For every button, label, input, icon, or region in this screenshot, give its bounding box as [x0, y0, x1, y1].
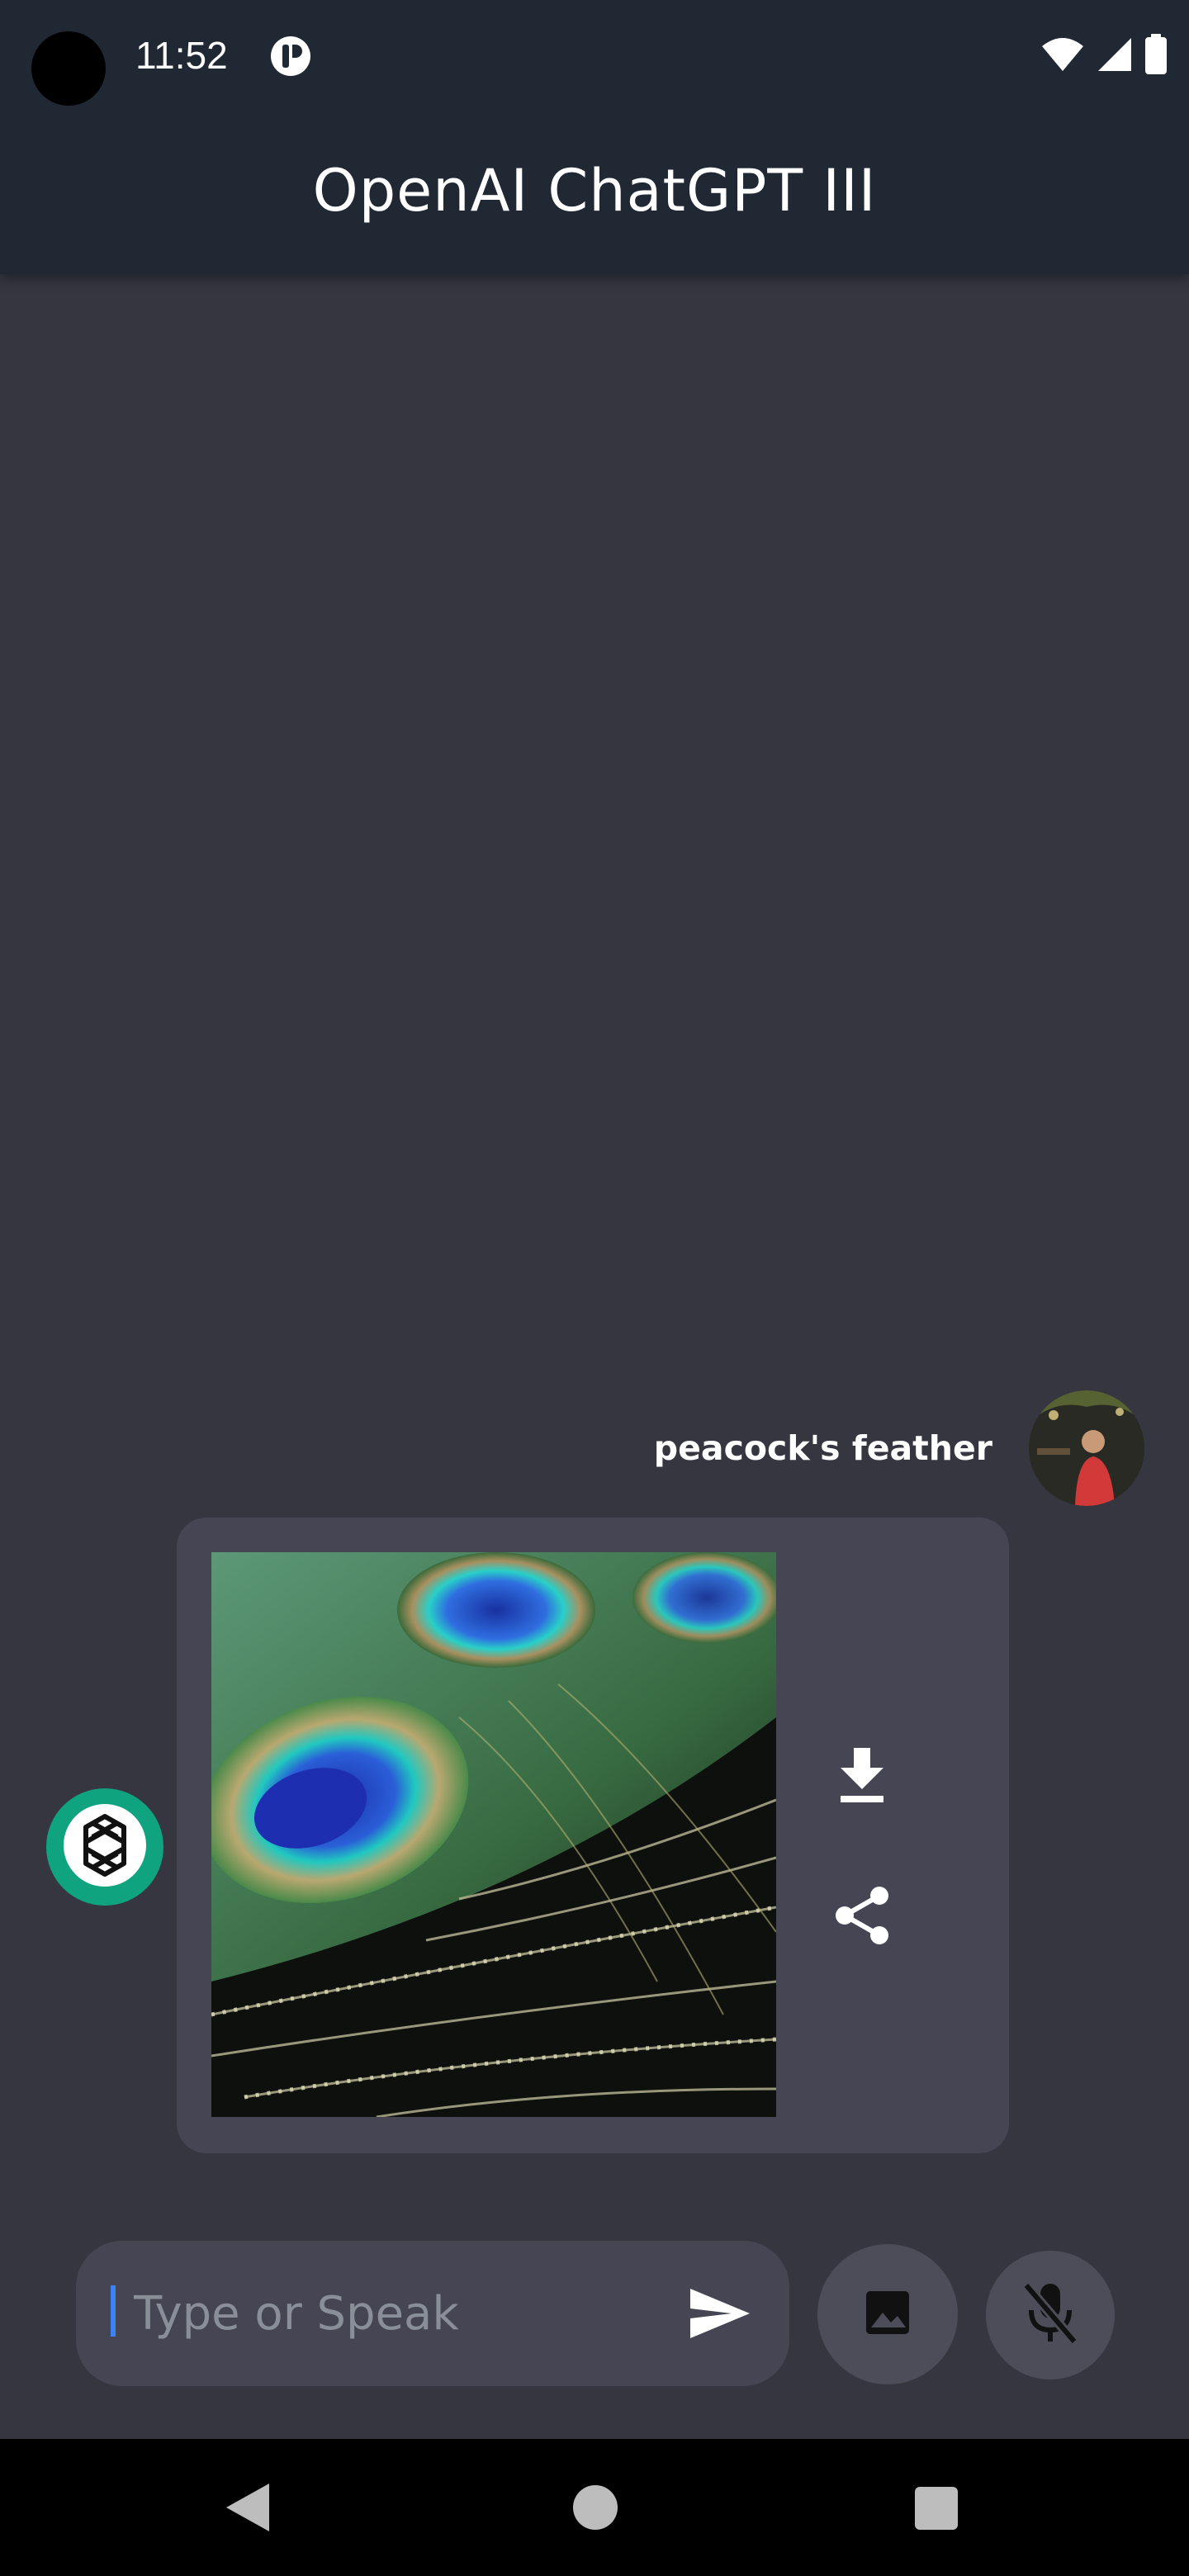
share-icon — [833, 1886, 891, 1949]
user-avatar — [1029, 1390, 1144, 1506]
download-icon — [837, 1748, 887, 1806]
system-navigation-bar — [0, 2439, 1189, 2576]
battery-icon — [1144, 34, 1168, 78]
send-button[interactable] — [679, 2274, 761, 2356]
send-icon — [689, 2287, 751, 2343]
nav-recents-icon[interactable] — [915, 2487, 958, 2530]
app-header: 11:52 OpenAI ChatGPT III — [0, 0, 1189, 274]
download-button[interactable] — [814, 1729, 910, 1825]
text-caret — [111, 2285, 116, 2337]
message-input-bar — [76, 2241, 789, 2386]
generated-image[interactable] — [211, 1552, 776, 2117]
user-message-row: peacock's feather — [654, 1390, 1144, 1506]
share-button[interactable] — [814, 1869, 910, 1965]
cellular-signal-icon — [1097, 36, 1133, 76]
app-title: OpenAI ChatGPT III — [312, 157, 877, 225]
wifi-icon — [1040, 36, 1085, 76]
status-time: 11:52 — [135, 34, 228, 77]
mic-off-icon — [1021, 2280, 1079, 2350]
status-icons — [1040, 31, 1168, 81]
message-input[interactable] — [134, 2274, 662, 2353]
notification-app-icon — [269, 35, 312, 78]
bot-avatar — [46, 1788, 163, 1906]
openai-logo-icon — [59, 1800, 150, 1894]
user-message-text: peacock's feather — [653, 1428, 992, 1468]
camera-cutout — [31, 31, 106, 106]
image-picker-button[interactable] — [817, 2244, 958, 2384]
nav-home-icon[interactable] — [573, 2485, 618, 2530]
nav-back-icon[interactable] — [221, 2480, 276, 2535]
image-icon — [865, 2290, 911, 2339]
bot-response-card — [177, 1518, 1009, 2153]
microphone-button[interactable] — [986, 2251, 1115, 2379]
